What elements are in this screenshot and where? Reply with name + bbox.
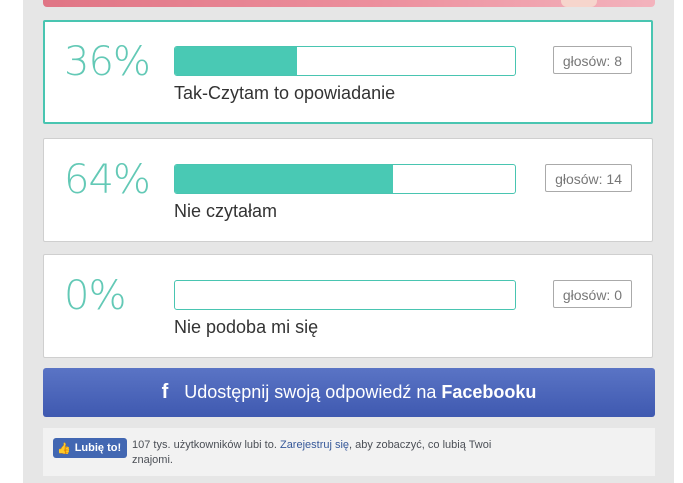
poll-option-3[interactable]: 0% Nie podoba mi się głosów: 0: [43, 254, 653, 358]
vote-count-badge: głosów: 0: [552, 280, 632, 308]
share-text: Udostępnij swoją odpowiedź na: [184, 382, 437, 402]
like-count-text: 107 tys. użytkowników lubi to.: [132, 439, 277, 451]
register-link[interactable]: Zarejestruj się: [280, 439, 349, 451]
vote-count-badge: głosów: 14: [545, 164, 632, 192]
result-bar-fill: [175, 47, 298, 75]
result-bar-fill: [175, 165, 393, 193]
facebook-icon: f: [161, 381, 169, 403]
option-label: Nie podoba mi się: [174, 317, 319, 337]
result-bar: [174, 46, 516, 76]
facebook-like-box: 👍 Lubię to! 107 tys. użytkowników lubi t…: [43, 428, 655, 476]
vote-count-badge: głosów: 8: [552, 46, 632, 74]
facebook-share-button[interactable]: f Udostępnij swoją odpowiedź na Facebook…: [43, 368, 655, 417]
header-image: [43, 0, 655, 7]
option-label: Tak-Czytam to opowiadanie: [174, 83, 396, 103]
thumbs-up-icon: 👍: [57, 442, 71, 455]
option-percent: 0%: [64, 273, 126, 319]
poll-option-2[interactable]: 64% Nie czytałam głosów: 14: [43, 138, 653, 242]
option-percent: 36%: [64, 39, 151, 85]
share-brand: Facebooku: [441, 382, 537, 402]
like-social-text: 107 tys. użytkowników lubi to. Zarejestr…: [132, 438, 512, 468]
result-bar: [174, 280, 516, 310]
option-label: Nie czytałam: [174, 201, 278, 221]
like-button-label: Lubię to!: [74, 442, 122, 454]
like-button[interactable]: 👍 Lubię to!: [53, 438, 127, 458]
option-percent: 64%: [64, 157, 151, 203]
poll-option-1[interactable]: 36% Tak-Czytam to opowiadanie głosów: 8: [43, 20, 653, 124]
result-bar: [174, 164, 516, 194]
